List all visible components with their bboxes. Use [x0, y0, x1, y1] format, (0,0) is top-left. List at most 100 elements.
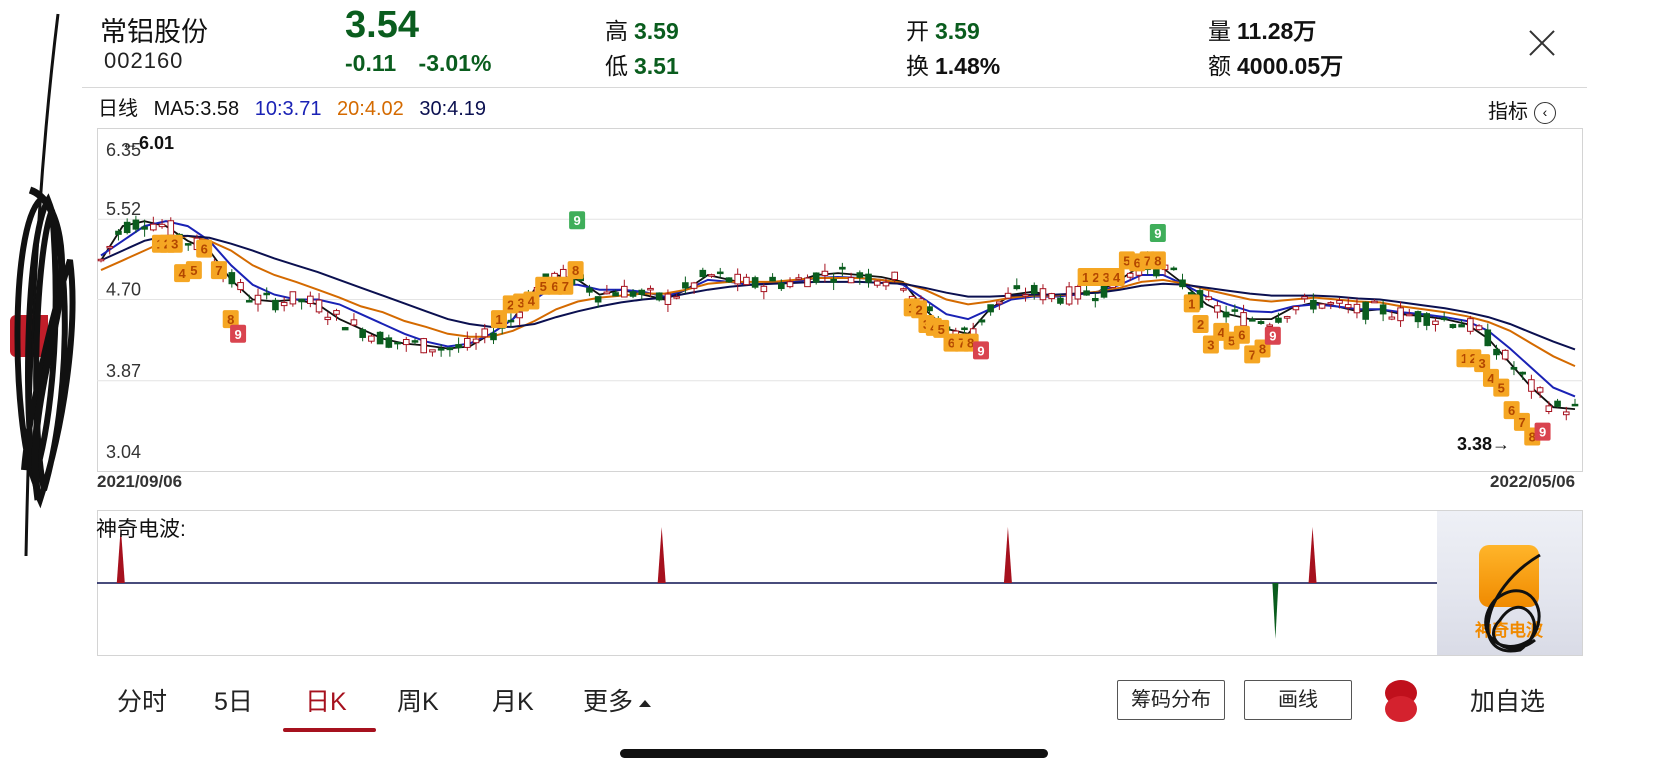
tab-intraday[interactable]: 分时 [117, 682, 167, 718]
oscillator-chart [97, 527, 1437, 639]
candle-body [682, 282, 689, 289]
tab-monthly-k[interactable]: 月K [492, 682, 534, 718]
candle-body [1501, 349, 1509, 360]
signal-label: 4 [528, 293, 536, 308]
candle-body [1510, 366, 1518, 370]
candle-body [612, 292, 619, 297]
candle-body [734, 273, 741, 285]
candle-body [1336, 299, 1343, 304]
active-tab-indicator [283, 728, 376, 732]
last-price: 3.54 [345, 4, 419, 46]
stat-high-value: 3.59 [634, 18, 679, 44]
ma20-value: 20:4.02 [337, 98, 404, 120]
signal-label: 7 [562, 279, 569, 294]
ma-legend: 日线 MA5:3.58 10:3.71 20:4.02 30:4.19 [98, 92, 496, 121]
stat-volume-label: 量 [1208, 18, 1231, 44]
stat-open: 开 3.59 [906, 12, 980, 46]
add-watchlist-button[interactable]: 加自选 [1470, 682, 1545, 718]
chip-distribution-button[interactable]: 筹码分布 [1117, 680, 1225, 720]
side-tab[interactable] [10, 315, 48, 357]
candle-body [1545, 405, 1553, 413]
oscillator-spike-up [657, 527, 666, 583]
candle-body [507, 319, 515, 323]
candle-body [987, 304, 994, 313]
signal-label: 5 [540, 279, 547, 294]
candle-body [1318, 303, 1326, 309]
oscillator-spike-up [1308, 527, 1317, 583]
stat-turnover: 换 1.48% [906, 47, 1000, 81]
period-label: 日线 [98, 98, 138, 120]
y-tick-label: 3.04 [106, 442, 141, 462]
signal-label: 9 [234, 327, 241, 342]
candle-body [1310, 299, 1317, 310]
candle-body [1013, 285, 1021, 290]
tab-5day[interactable]: 5日 [214, 682, 253, 718]
candle-body [1327, 302, 1335, 305]
signal-label: 8 [1154, 253, 1161, 268]
candle-body [1493, 348, 1500, 356]
oscillator-thumbnail[interactable]: 神奇电波 [1437, 511, 1582, 655]
candle-body [263, 292, 271, 296]
candle-body [1353, 303, 1361, 314]
candle-body [464, 337, 471, 348]
candle-body [1100, 285, 1108, 298]
candle-body [1379, 304, 1387, 315]
kline-chart[interactable]: 6.355.524.703.873.0412345678912345678912… [97, 128, 1583, 472]
candle-body [865, 273, 872, 283]
candle-body [1440, 317, 1448, 321]
candle-body [115, 230, 122, 235]
tab-weekly-k[interactable]: 周K [397, 682, 439, 718]
signal-label: 4 [178, 266, 186, 281]
candle-body [1536, 387, 1544, 393]
candle-body [1074, 286, 1082, 300]
candle-body [961, 327, 968, 331]
min-marker: 3.38→ [1457, 434, 1510, 454]
tab-more[interactable]: 更多 [583, 682, 652, 718]
stat-amount: 额 4000.05万 [1208, 47, 1343, 81]
quote-header: 常铝股份 002160 3.54 -0.11 -3.01% 高 3.59 低 3.5… [0, 0, 1663, 88]
signal-label: 9 [977, 343, 984, 358]
signal-label: 9 [1539, 425, 1546, 440]
candle-body [690, 282, 698, 289]
stat-high: 高 3.59 [605, 12, 679, 46]
signal-label: 5 [1498, 381, 1505, 396]
ma10-value: 10:3.71 [254, 98, 322, 120]
candle-body [1362, 301, 1369, 320]
candle-body [1065, 286, 1073, 305]
signal-label: 9 [573, 213, 580, 228]
ma-line-ma30 [100, 234, 1576, 351]
candle-body [490, 332, 497, 341]
candle-body [1048, 293, 1055, 300]
candle-body [333, 310, 340, 315]
candle-body [1301, 296, 1308, 300]
candle-body [97, 258, 105, 262]
candle-body [1083, 290, 1090, 296]
draw-line-button[interactable]: 画线 [1244, 680, 1352, 720]
candle-body [839, 266, 846, 270]
candle-body [926, 306, 933, 312]
candle-body [786, 281, 794, 288]
candle-body [1458, 324, 1465, 328]
close-icon[interactable] [1525, 26, 1559, 60]
stat-volume: 量 11.28万 [1208, 12, 1316, 46]
candle-body [1170, 267, 1178, 271]
candle-body [760, 285, 768, 293]
indicator-label: 指标 [1488, 101, 1528, 123]
candle-body [664, 293, 672, 305]
candle-body [655, 292, 663, 301]
candle-body [280, 301, 288, 307]
candle-body [1475, 325, 1483, 331]
candle-body [725, 277, 733, 283]
candle-body [437, 348, 445, 351]
candle-body [769, 276, 776, 282]
candle-body [830, 278, 837, 283]
candle-body [298, 298, 305, 303]
indicator-button[interactable]: 指标 ‹ [1488, 95, 1556, 124]
record-icon[interactable] [1385, 680, 1417, 724]
stat-volume-value: 11.28万 [1237, 18, 1317, 44]
candle-body [1388, 316, 1396, 320]
signal-label: 3 [1207, 338, 1214, 353]
header-divider [82, 87, 1587, 88]
tab-daily-k[interactable]: 日K [305, 682, 347, 718]
candle-body [882, 281, 890, 287]
